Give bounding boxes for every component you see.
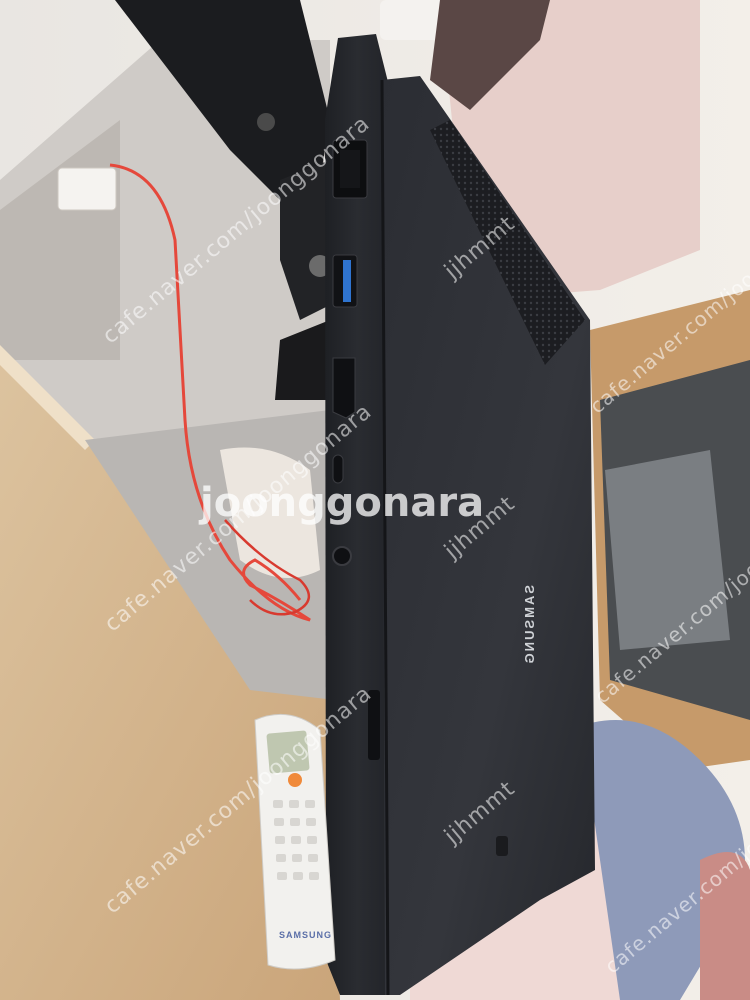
- usb-c-port: [332, 454, 344, 484]
- remote-brand-logo: SAMSUNG: [279, 930, 333, 940]
- photo-scene: [0, 0, 750, 1000]
- wall-outlet: [57, 167, 117, 211]
- window-reflection: [605, 450, 730, 650]
- audio-jack: [332, 546, 352, 566]
- laptop-brand-logo: SAMSUNG: [522, 585, 537, 666]
- usb-a-port: [332, 254, 358, 308]
- hdmi-port: [332, 357, 356, 419]
- arm-screw: [257, 113, 275, 131]
- rj45-port: [332, 139, 368, 199]
- laptop-foot: [496, 836, 508, 856]
- card-slot: [368, 690, 380, 760]
- pink-cloth: [700, 852, 750, 1000]
